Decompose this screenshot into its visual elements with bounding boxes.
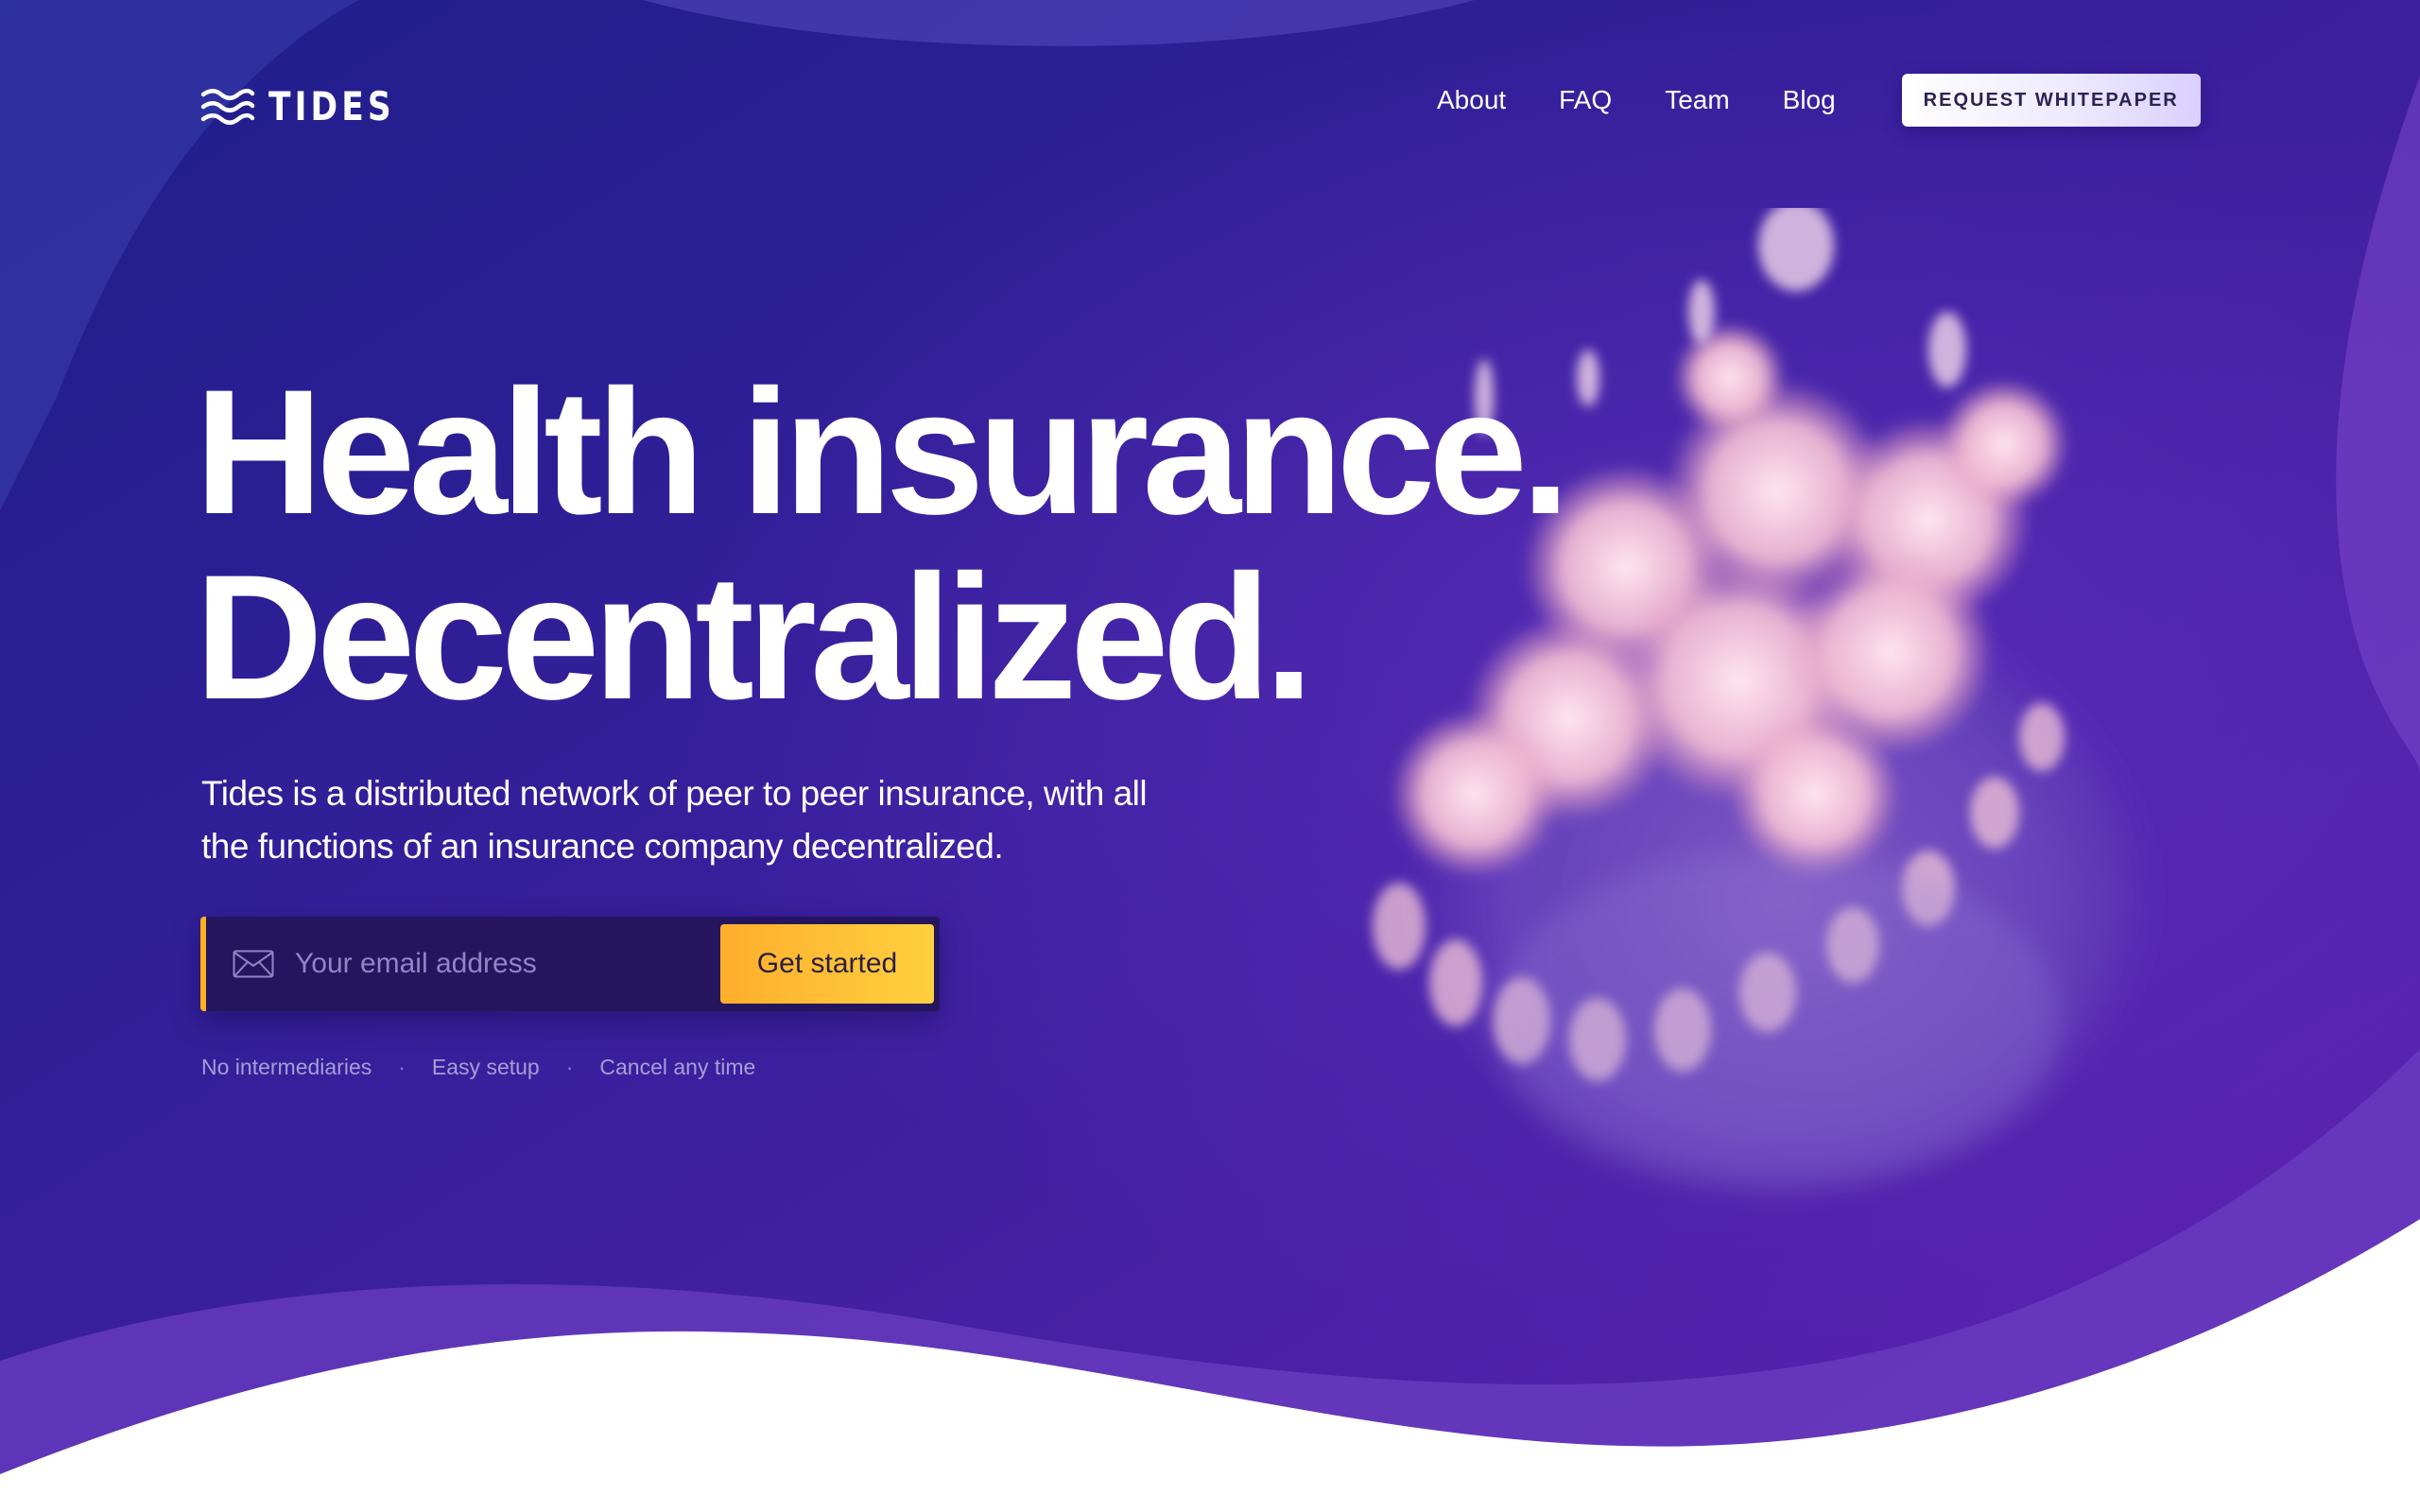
landing-page: TIDES About FAQ Team Blog REQUEST WHITEP… [0, 0, 2420, 1512]
request-whitepaper-button[interactable]: REQUEST WHITEPAPER [1901, 74, 2201, 127]
headline-line-2: Decentralized. [195, 538, 1314, 736]
brand-name: TIDES [268, 83, 395, 129]
brand-logo[interactable]: TIDES [200, 85, 423, 129]
waves-icon [200, 88, 255, 125]
feature-item: Easy setup [431, 1055, 540, 1079]
hero-headline: Health insurance. Decentralized. [195, 352, 1570, 736]
feature-item: Cancel any time [599, 1055, 756, 1079]
hero-subtext: Tides is a distributed network of peer t… [201, 774, 1148, 866]
main-nav: About FAQ Team Blog REQUEST WHITEPAPER [1437, 74, 2201, 127]
get-started-button[interactable]: Get started [720, 924, 934, 1004]
separator-dot: · [398, 1055, 406, 1079]
nav-link-team[interactable]: Team [1665, 79, 1729, 121]
mail-icon [233, 950, 274, 978]
separator-dot: · [565, 1055, 574, 1079]
nav-link-blog[interactable]: Blog [1783, 79, 1836, 121]
signup-form: Get started [200, 917, 940, 1011]
nav-link-about[interactable]: About [1437, 79, 1506, 121]
feature-list: No intermediaries · Easy setup · Cancel … [201, 1055, 755, 1080]
headline-line-1: Health insurance. [195, 352, 1570, 551]
nav-link-faq[interactable]: FAQ [1559, 79, 1612, 121]
feature-item: No intermediaries [201, 1055, 372, 1079]
email-input[interactable] [293, 935, 694, 993]
